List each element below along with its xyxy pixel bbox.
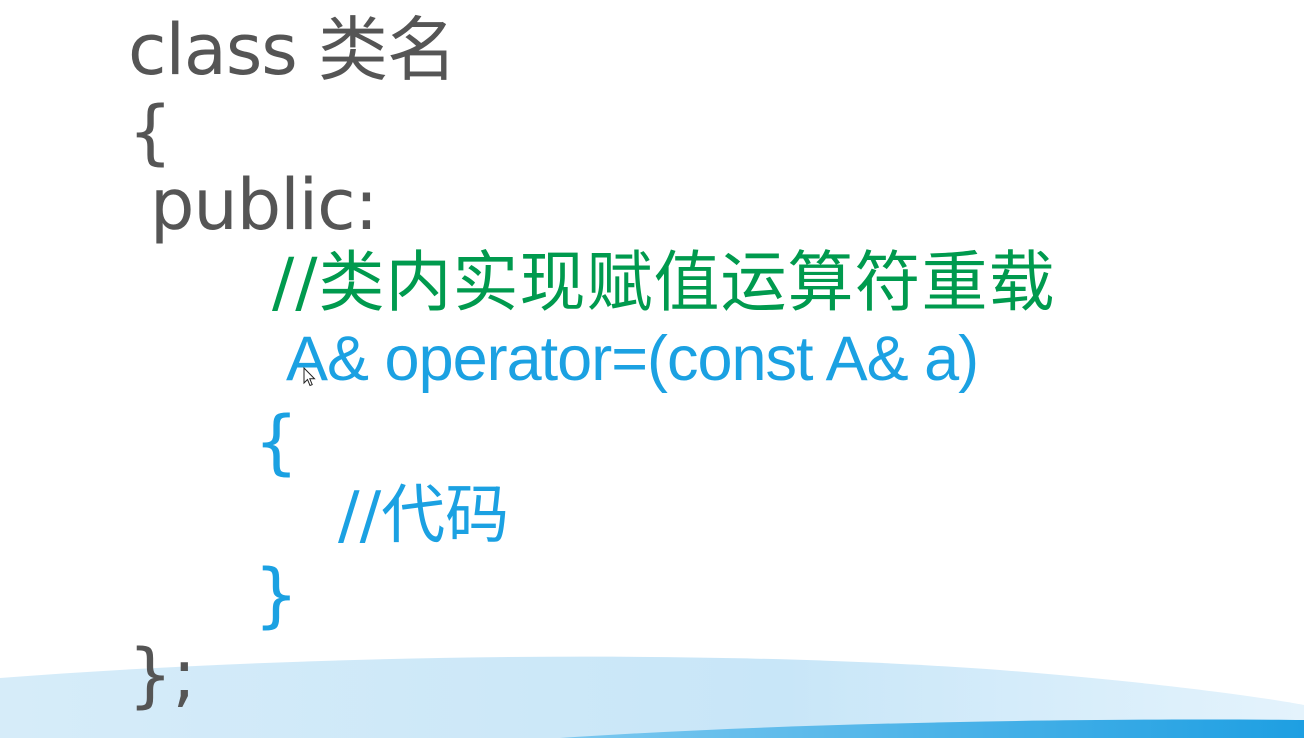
operator-signature-line: A& operator=(const A& a) xyxy=(286,324,979,394)
code-placeholder-comment: //代码 xyxy=(338,479,510,553)
access-specifier-public: public: xyxy=(150,164,378,246)
comment-in-class-assignment-operator-overload: //类内实现赋值运算符重载 xyxy=(272,244,1056,321)
class-declaration-line: class 类名 xyxy=(128,9,457,91)
class-close-brace: }; xyxy=(128,634,197,716)
function-open-brace: { xyxy=(254,401,299,483)
function-close-brace: } xyxy=(254,554,299,636)
class-open-brace: { xyxy=(128,91,173,173)
presentation-slide: class 类名 { public: //类内实现赋值运算符重载 A& oper… xyxy=(0,0,1304,738)
mouse-pointer-icon xyxy=(303,367,316,387)
